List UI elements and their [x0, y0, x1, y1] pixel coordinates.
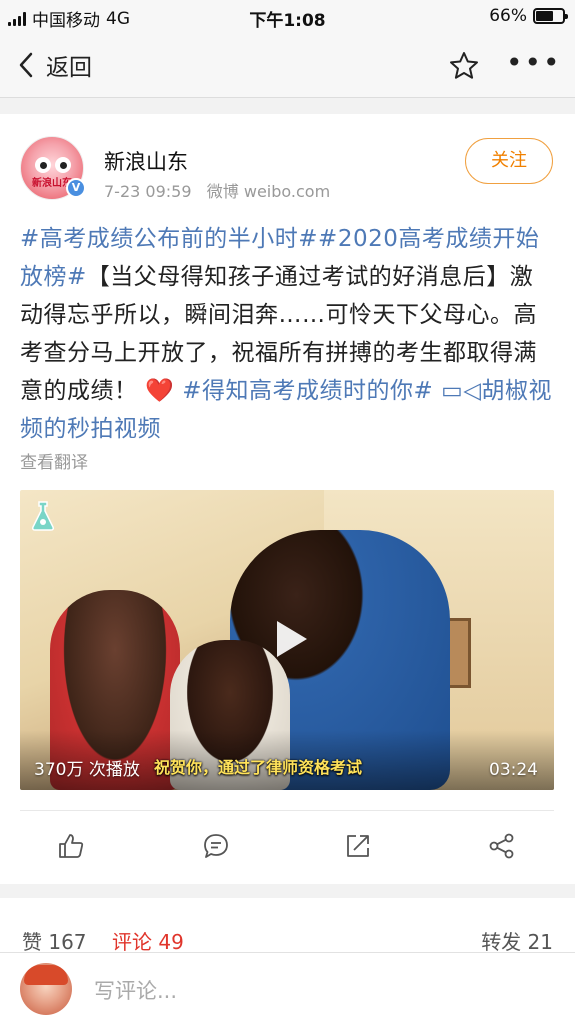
user-avatar — [20, 963, 72, 1015]
back-button[interactable]: 返回 — [18, 48, 92, 82]
like-icon[interactable] — [57, 832, 85, 860]
share-icon[interactable] — [488, 832, 516, 860]
likes-tab[interactable]: 赞 167 — [22, 926, 87, 955]
comment-composer: 写评论... — [0, 952, 575, 1024]
post-source: 微博 weibo.com — [206, 182, 331, 201]
status-bar: 中国移动 4G 下午1:08 66% — [0, 0, 575, 34]
verified-badge-icon: V — [66, 178, 86, 198]
battery-percent: 66% — [489, 6, 527, 26]
avatar-eye-left — [35, 157, 51, 173]
post-time: 7-23 09:59 — [104, 182, 192, 201]
comments-tab[interactable]: 评论 49 — [112, 926, 184, 955]
avatar-eye-right — [55, 157, 71, 173]
author-name[interactable]: 新浪山东 — [104, 146, 188, 176]
nav-bar: 返回 ••• — [0, 34, 575, 98]
translate-link[interactable]: 查看翻译 — [20, 448, 88, 473]
more-dots-icon[interactable]: ••• — [506, 49, 562, 77]
battery-info: 66% — [489, 6, 568, 26]
heart-emoji-icon: ❤️ — [145, 378, 175, 404]
follow-button[interactable]: 关注 — [465, 138, 553, 184]
play-icon[interactable] — [267, 616, 313, 662]
post-text: #高考成绩公布前的半小时##2020高考成绩开始放榜#【当父母得知孩子通过考试的… — [20, 220, 555, 448]
post-card: 新浪山东 V 新浪山东 7-23 09:59 微博 weibo.com 关注 #… — [0, 114, 575, 884]
post-meta: 7-23 09:59 微博 weibo.com — [104, 178, 330, 202]
chevron-left-icon — [19, 52, 33, 78]
video-duration: 03:24 — [489, 760, 538, 780]
avatar-hair — [24, 965, 68, 985]
comment-input[interactable]: 写评论... — [94, 975, 177, 1005]
video-views: 370万 次播放 — [34, 760, 140, 780]
hashtag-link[interactable]: #得知高考成绩时的你# — [174, 378, 433, 404]
action-divider — [20, 810, 554, 811]
video-player[interactable]: 370万 次播放 祝贺你，通过了律师资格考试 03:24 — [20, 490, 554, 790]
comment-icon[interactable] — [202, 832, 230, 860]
post-stats: 赞 167 评论 49 转发 21 — [0, 898, 575, 955]
back-label: 返回 — [46, 55, 92, 81]
reposts-tab[interactable]: 转发 21 — [481, 926, 553, 955]
miaopai-logo-icon — [32, 501, 54, 531]
star-outline-icon[interactable] — [448, 50, 480, 82]
video-subtitle: 祝贺你，通过了律师资格考试 — [154, 758, 363, 777]
battery-icon — [533, 8, 568, 24]
repost-icon[interactable] — [344, 832, 372, 860]
